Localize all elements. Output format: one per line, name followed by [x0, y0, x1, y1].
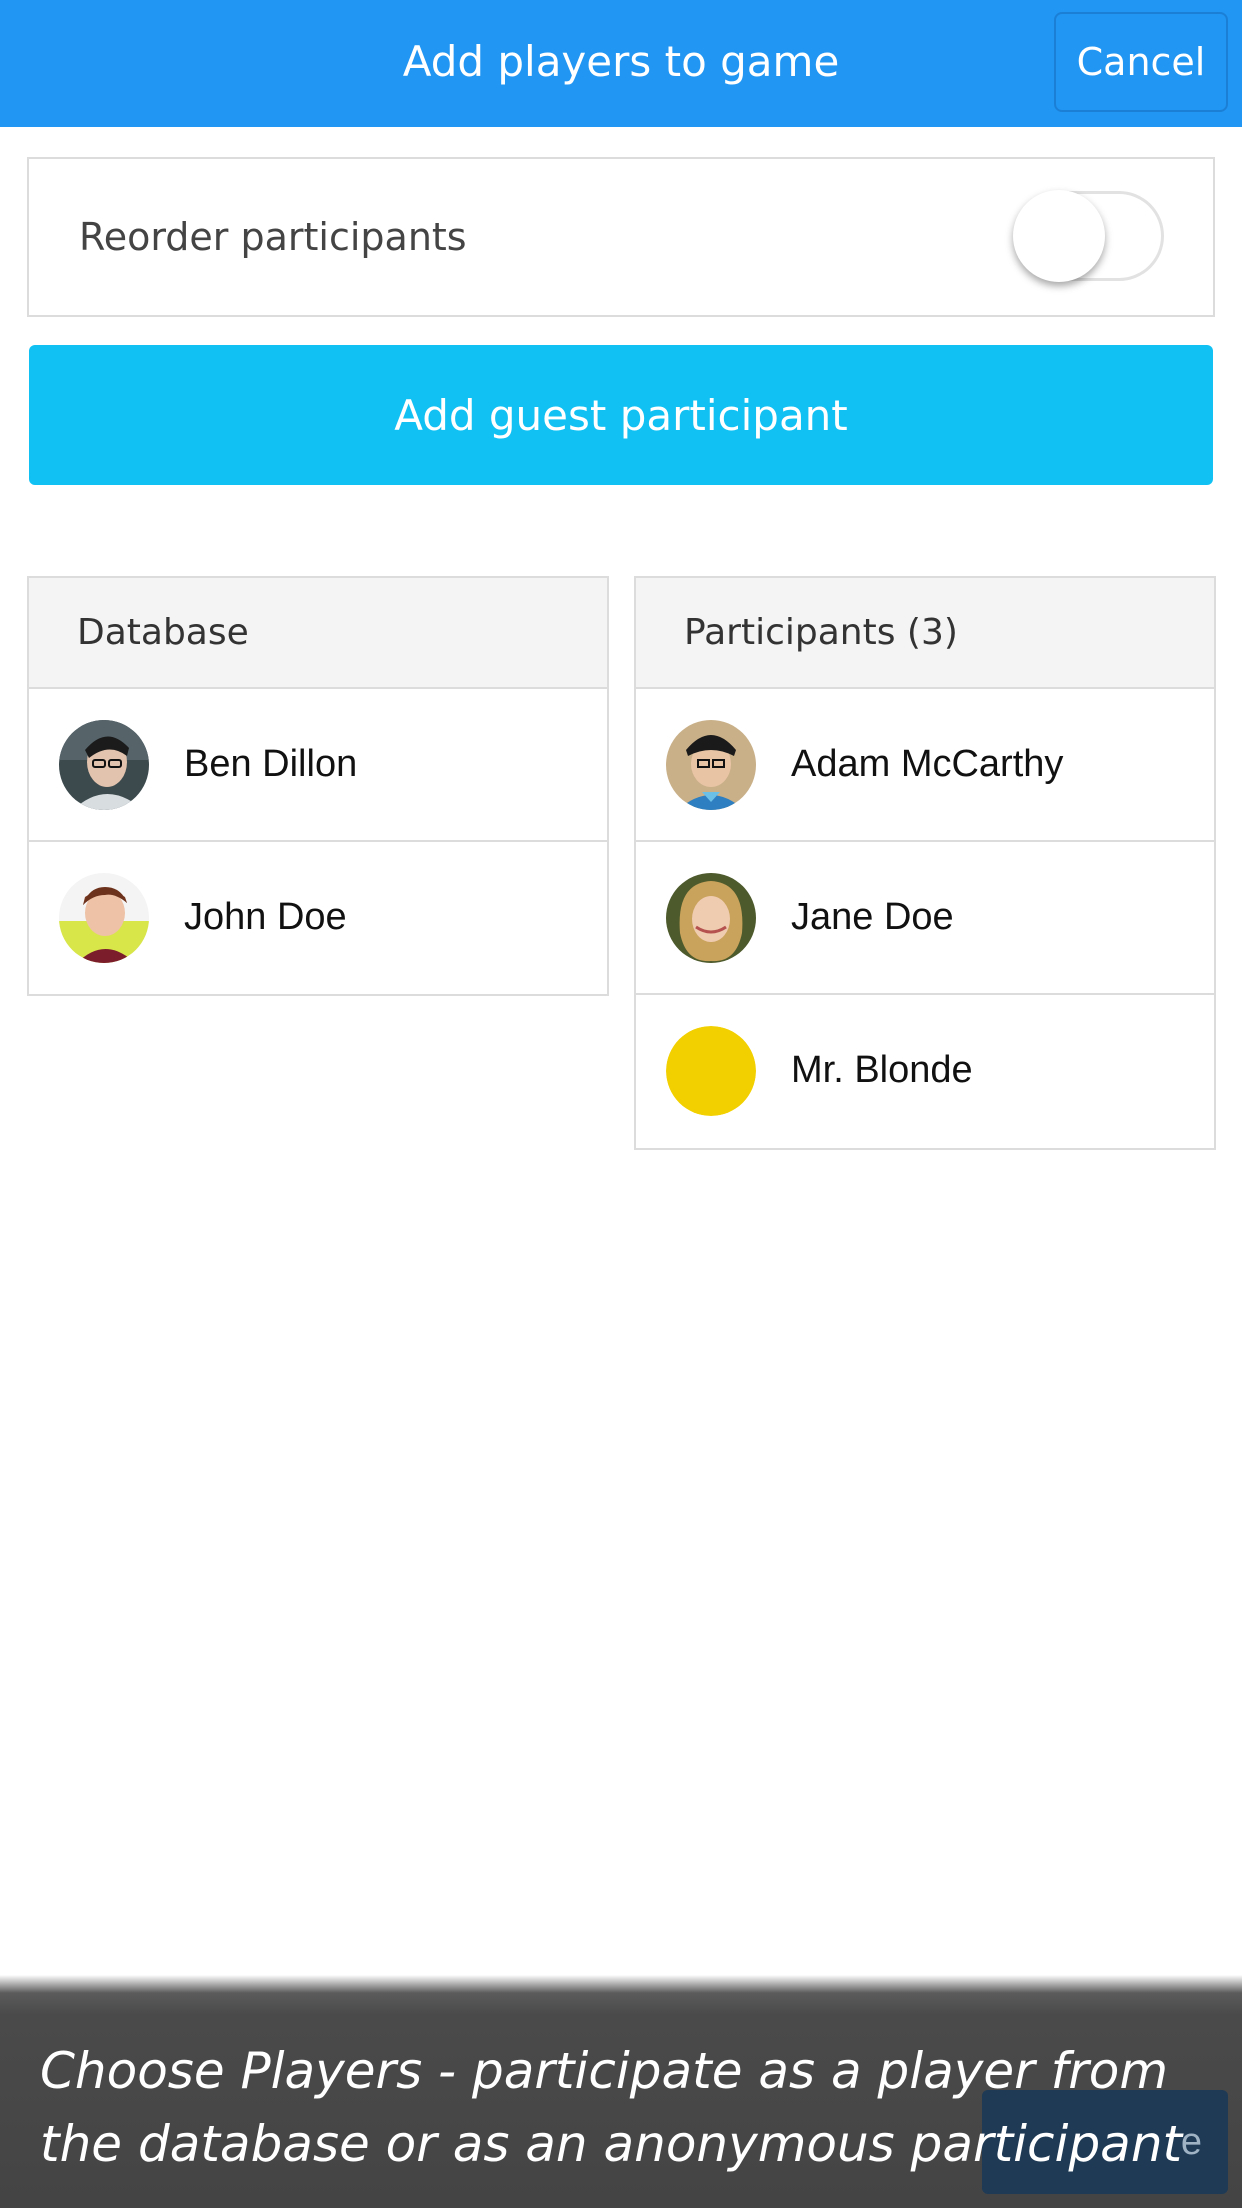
toggle-knob	[1013, 190, 1105, 282]
cancel-button[interactable]: Cancel	[1054, 12, 1228, 112]
john-doe-avatar	[59, 873, 149, 963]
adam-mccarthy-avatar	[666, 720, 756, 810]
reorder-toggle[interactable]	[1013, 190, 1164, 282]
caption-text: Choose Players - participate as a player…	[40, 2035, 1220, 2181]
jane-doe-avatar	[666, 873, 756, 963]
participant-row-name: Jane Doe	[791, 896, 954, 938]
participant-row-name: Mr. Blonde	[791, 1049, 973, 1091]
database-list-header: Database	[29, 578, 607, 689]
participant-row-jane-doe[interactable]: Jane Doe	[636, 842, 1214, 995]
caption-line-1: Choose Players - participate as a player…	[40, 2042, 1169, 2100]
reorder-label: Reorder participants	[79, 215, 467, 259]
database-row-ben-dillon[interactable]: Ben Dillon	[29, 689, 607, 842]
database-row-name: John Doe	[184, 896, 347, 938]
mr-blonde-avatar	[666, 1026, 756, 1116]
ben-dillon-avatar	[59, 720, 149, 810]
add-guest-participant-button[interactable]: Add guest participant	[29, 345, 1213, 485]
app-header: Add players to game Cancel	[0, 0, 1242, 127]
database-row-john-doe[interactable]: John Doe	[29, 842, 607, 995]
caption-line-2: the database or as an anonymous particip…	[40, 2115, 1183, 2173]
database-row-name: Ben Dillon	[184, 743, 358, 785]
participants-list-header: Participants (3)	[636, 578, 1214, 689]
participant-row-mr-blonde[interactable]: Mr. Blonde	[636, 995, 1214, 1148]
reorder-card: Reorder participants	[27, 157, 1215, 317]
participant-row-name: Adam McCarthy	[791, 743, 1064, 785]
participants-list: Participants (3) Adam McCarthy Jane Doe …	[634, 576, 1216, 1150]
participant-row-adam-mccarthy[interactable]: Adam McCarthy	[636, 689, 1214, 842]
database-list: Database Ben Dillon John Doe	[27, 576, 609, 996]
